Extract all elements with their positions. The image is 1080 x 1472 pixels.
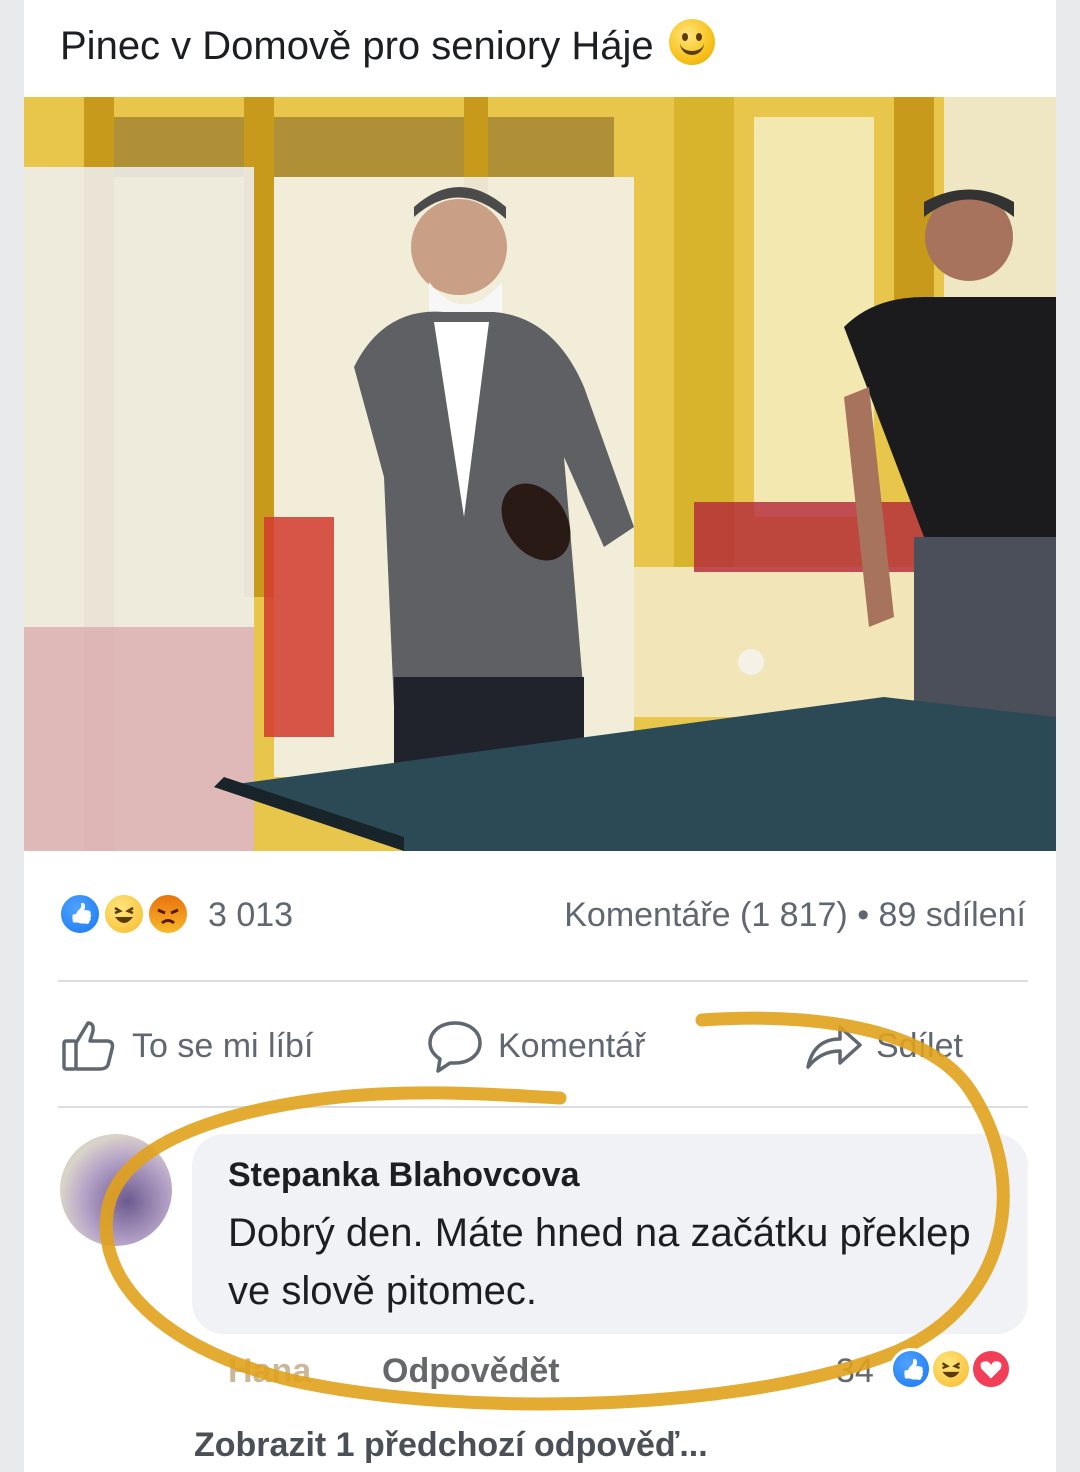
angry-reaction-icon (146, 892, 190, 936)
share-button[interactable]: Sdílet (804, 1016, 963, 1076)
haha-reaction-icon (930, 1348, 972, 1390)
thumbs-up-icon (62, 1021, 115, 1071)
ping-pong-scene-illustration (24, 97, 1056, 851)
comment-author[interactable]: Stepanka Blahovcova (228, 1156, 579, 1195)
comment-hide-link[interactable]: Hana (228, 1352, 311, 1391)
share-arrow-icon (806, 1025, 862, 1069)
post-title: Pinec v Domově pro seniory Háje (60, 18, 715, 74)
reaction-count[interactable]: 3 013 (208, 896, 293, 935)
like-reaction-icon (890, 1348, 932, 1390)
like-button-label: To se mi líbí (132, 1026, 314, 1065)
comment-text: Dobrý den. Máte hned na začátku překlep … (228, 1211, 971, 1313)
love-reaction-icon (970, 1348, 1012, 1390)
haha-reaction-icon (102, 892, 146, 936)
shares-count-link[interactable]: 89 sdílení (879, 896, 1026, 934)
post-photo[interactable] (24, 97, 1056, 851)
post-stats: Komentáře (1 817) • 89 sdílení (564, 896, 1026, 935)
divider (58, 1106, 1028, 1108)
comment-reply-link[interactable]: Odpovědět (382, 1352, 560, 1391)
speech-bubble-icon (428, 1021, 482, 1073)
like-button[interactable]: To se mi líbí (60, 1016, 313, 1076)
like-reaction-icon (58, 892, 102, 936)
comment-button[interactable]: Komentář (426, 1016, 645, 1076)
comment-button-label: Komentář (498, 1026, 646, 1065)
view-previous-replies-link[interactable]: Zobrazit 1 předchozí odpověď... (194, 1426, 708, 1465)
comments-count-link[interactable]: Komentáře (1 817) (564, 896, 848, 934)
comment-reaction-count: 34 (836, 1352, 874, 1390)
share-button-label: Sdílet (876, 1026, 963, 1065)
divider (58, 980, 1028, 982)
avatar[interactable] (60, 1134, 172, 1246)
post-title-text: Pinec v Domově pro seniory Háje (60, 24, 654, 68)
stats-separator: • (857, 896, 870, 934)
smiley-icon (668, 19, 715, 65)
